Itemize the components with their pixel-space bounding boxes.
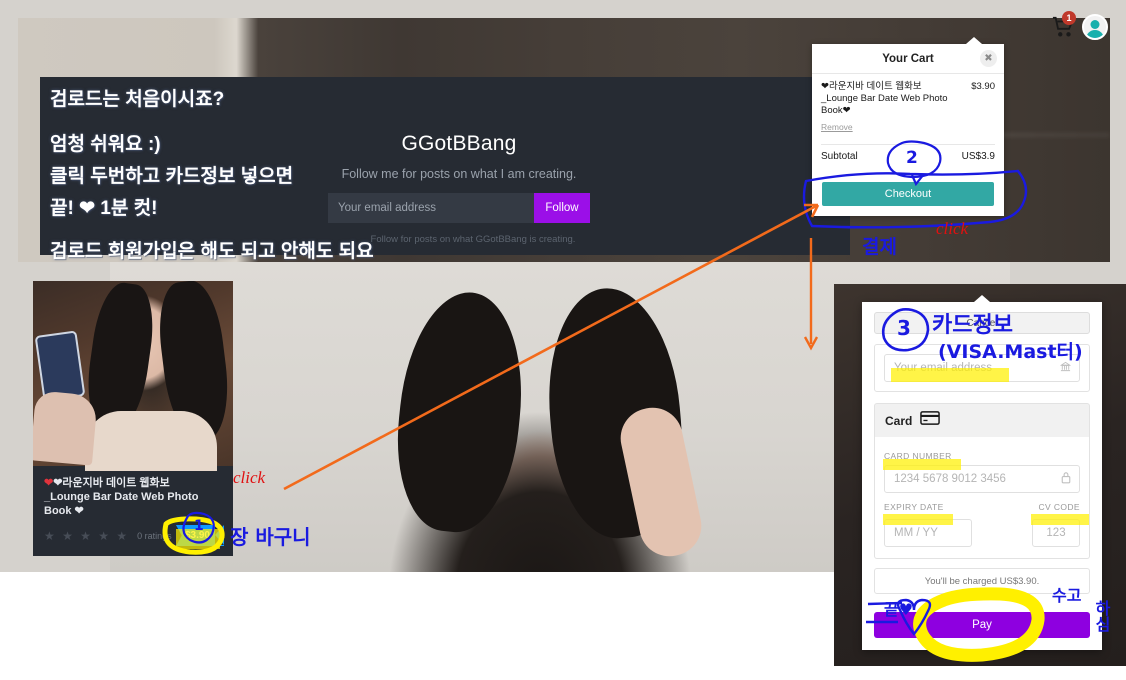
close-icon[interactable]: ✖: [980, 50, 997, 67]
expiry-cvc-labels: EXPIRY DATE CV CODE: [884, 502, 1080, 516]
photo-shape: [85, 411, 217, 471]
cart-popover: Your Cart ✖ ❤라운지바 데이트 웹화보 _Lounge Bar Da…: [812, 37, 1004, 216]
heart-icon: ❤: [44, 477, 54, 489]
bank-icon: [1059, 361, 1072, 375]
promo-line-5: 검로드 회원가입은 해도 되고 안해도 되요: [50, 241, 374, 262]
card-number-placeholder: 1234 5678 9012 3456: [894, 473, 1006, 485]
promo-line-2: 엄청 쉬워요 :): [50, 134, 161, 155]
card-section-body: CARD NUMBER 1234 5678 9012 3456 EXPIRY D…: [874, 437, 1090, 559]
header-icons: 1: [1052, 10, 1108, 44]
cart-count-badge: 1: [1062, 11, 1076, 25]
photo-shape: [33, 390, 98, 466]
promo-line-1: 검로드는 처음이시죠?: [50, 89, 225, 110]
card-section-header: Card: [874, 403, 1090, 437]
checkout-button[interactable]: Checkout: [822, 182, 994, 206]
cart-item-name: ❤라운지바 데이트 웹화보 _Lounge Bar Date Web Photo…: [821, 81, 948, 116]
cart-subtotal-value: US$3.9: [961, 151, 995, 162]
pay-button[interactable]: Pay: [874, 612, 1090, 638]
cart-item-price: $3.90: [971, 81, 995, 92]
cvc-placeholder: 123: [1046, 527, 1066, 539]
cancel-button[interactable]: Cancel: [874, 312, 1090, 334]
photo-shape: [387, 286, 533, 538]
expiry-date-label: EXPIRY DATE: [884, 502, 944, 512]
user-avatar-icon[interactable]: [1082, 14, 1108, 40]
email-section: Your email address: [874, 344, 1090, 392]
rating-stars: ★ ★ ★ ★ ★: [44, 529, 130, 543]
follow-button[interactable]: Follow: [534, 193, 590, 223]
product-title-line1: ❤라운지바 데이트 웹화보: [53, 477, 170, 489]
expiry-date-input[interactable]: MM / YY: [884, 519, 972, 547]
cart-title: Your Cart: [882, 52, 934, 65]
photo-shape: [34, 330, 86, 402]
charge-note: You'll be charged US$3.90.: [874, 568, 1090, 594]
expiry-placeholder: MM / YY: [894, 527, 938, 539]
product-price-tag[interactable]: $3.90: [175, 525, 224, 546]
cv-code-input[interactable]: 123: [1032, 519, 1080, 547]
expiry-cvc-inputs: MM / YY 123: [884, 519, 1080, 547]
cv-code-label: CV CODE: [1038, 502, 1080, 512]
cart-header: Your Cart ✖: [812, 44, 1004, 74]
product-card-footer: ★ ★ ★ ★ ★ 0 ratings $3.90: [33, 516, 233, 556]
photo-shape: [615, 402, 707, 562]
payment-email-placeholder: Your email address: [894, 362, 993, 374]
cart-subtotal-label: Subtotal: [821, 151, 858, 162]
promo-text-overlay: 검로드는 처음이시죠? 엄청 쉬워요 :) 클릭 두번하고 카드정보 넣으면 끝…: [50, 84, 470, 263]
product-thumbnail: [33, 281, 233, 471]
cart-remove-link[interactable]: Remove: [821, 122, 853, 132]
payment-modal: Cancel Your email address Card CARD NUMB…: [862, 295, 1102, 650]
product-title: ❤❤라운지바 데이트 웹화보 _Lounge Bar Date Web Phot…: [33, 466, 233, 518]
shopping-cart-icon[interactable]: 1: [1052, 11, 1076, 38]
lock-icon: [1061, 472, 1071, 487]
promo-line-4: 끝! ❤ 1분 컷!: [50, 198, 158, 219]
cart-subtotal-row: Subtotal US$3.9: [821, 144, 995, 162]
product-card[interactable]: ❤❤라운지바 데이트 웹화보 _Lounge Bar Date Web Phot…: [33, 281, 233, 556]
card-number-input[interactable]: 1234 5678 9012 3456: [884, 465, 1080, 493]
cart-line-item: ❤라운지바 데이트 웹화보 _Lounge Bar Date Web Photo…: [812, 74, 1004, 140]
payment-email-input[interactable]: Your email address: [884, 354, 1080, 382]
ratings-count: 0 ratings: [137, 531, 172, 541]
product-title-line2: _Lounge Bar Date Web Photo: [44, 491, 199, 503]
card-number-label: CARD NUMBER: [884, 451, 952, 461]
card-section-label: Card: [885, 413, 913, 428]
credit-card-icon: [920, 411, 941, 430]
promo-line-3: 클릭 두번하고 카드정보 넣으면: [50, 166, 294, 187]
screenshot-root: 1 ❤❤라운지바 데이트 웹화보 _Lounge Bar Date Web Ph…: [0, 0, 1126, 680]
